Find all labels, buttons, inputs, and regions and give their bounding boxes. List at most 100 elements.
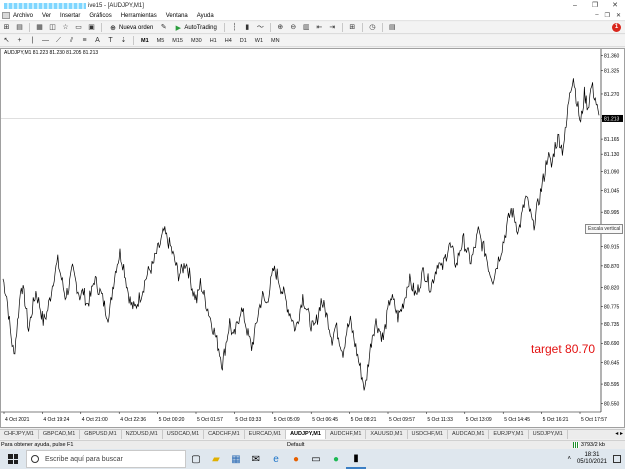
text-icon[interactable]: A <box>93 36 102 45</box>
child-close-button[interactable]: ✕ <box>616 12 621 19</box>
tray-chevron-icon[interactable]: ˄ <box>567 456 571 462</box>
profiles-icon[interactable]: ▤ <box>15 23 24 32</box>
chart-shift-icon[interactable]: ⇤ <box>315 23 324 32</box>
menu-insertar[interactable]: Insertar <box>60 13 80 19</box>
market-watch-icon[interactable]: ▦ <box>35 23 44 32</box>
tab-scroll-arrows[interactable]: ◂ ▸ <box>615 430 623 437</box>
alert-count-badge[interactable]: 1 <box>612 23 621 32</box>
spotify-icon[interactable]: ● <box>326 449 346 469</box>
chart-window[interactable]: 81.360 81.325 81.270 81.213 81.165 81.130 81.0… <box>0 48 625 428</box>
line-studies-toolbar: ↖ + | — ⟋ ⫽ ≡ A T ⇣ M1 M5 M15 M30 H1 H4 … <box>0 35 625 47</box>
chart-tab[interactable]: AUDJPY,M1 <box>286 430 326 439</box>
chart-tab[interactable]: NZDUSD,M1 <box>122 430 163 439</box>
price-label: 81.045 <box>604 189 620 195</box>
vertical-line-icon[interactable]: | <box>28 36 37 45</box>
task-view-icon[interactable]: ▢ <box>186 449 206 469</box>
chart-tab[interactable]: CHFJPY,M1 <box>0 430 39 439</box>
label-icon[interactable]: T <box>106 36 115 45</box>
chart-tab[interactable]: USDJPY,M1 <box>529 430 568 439</box>
channel-icon[interactable]: ⫽ <box>67 36 76 45</box>
metaeditor-icon[interactable]: ✎ <box>159 23 168 32</box>
zoom-in-icon[interactable]: ⊕ <box>276 23 285 32</box>
time-label: 5 Oct 05:09 <box>274 417 300 423</box>
edge-icon[interactable]: e <box>266 449 286 469</box>
price-label: 81.213 <box>604 116 620 122</box>
line-chart-icon[interactable]: 〜 <box>256 23 265 32</box>
chart-tab[interactable]: AUDCHF,M1 <box>326 430 367 439</box>
autoscroll-icon[interactable]: ⇥ <box>328 23 337 32</box>
timeframe-w1[interactable]: W1 <box>255 38 263 44</box>
price-label: 81.130 <box>604 152 620 158</box>
time-label: 5 Oct 16:21 <box>543 417 569 423</box>
chart-tab[interactable]: CADCHF,M1 <box>204 430 245 439</box>
new-order-button[interactable]: ⊕ Nueva orden <box>107 23 155 33</box>
chart-tab[interactable]: EURJPY,M1 <box>489 430 529 439</box>
chart-tab[interactable]: EURCAD,M1 <box>245 430 287 439</box>
autotrading-button[interactable]: ▶ AutoTrading <box>172 23 218 33</box>
target-annotation[interactable]: target 80.70 <box>531 342 595 356</box>
chart-tab[interactable]: GBPUSD,M1 <box>80 430 122 439</box>
file-explorer-icon[interactable]: ▰ <box>206 449 226 469</box>
clock[interactable]: 18:31 05/10/2021 <box>577 452 607 466</box>
timeframe-m15[interactable]: M15 <box>172 38 183 44</box>
store-icon[interactable]: ▦ <box>226 449 246 469</box>
periods-icon[interactable]: ◷ <box>368 23 377 32</box>
windows-start-icon[interactable] <box>0 449 26 469</box>
child-minimize-button[interactable]: – <box>595 12 598 19</box>
menu-ver[interactable]: Ver <box>42 13 51 19</box>
traffic-text: 3793/2 kb <box>580 442 605 448</box>
minimize-button[interactable]: – <box>565 0 585 11</box>
metatrader-icon[interactable]: ▮ <box>346 449 366 469</box>
firefox-icon[interactable]: ● <box>286 449 306 469</box>
timeframe-h1[interactable]: H1 <box>210 38 217 44</box>
horizontal-line-icon[interactable]: — <box>41 36 50 45</box>
maximize-button[interactable]: ❐ <box>585 0 605 11</box>
timeframe-m1[interactable]: M1 <box>141 38 149 44</box>
chart-tab[interactable]: USDCHF,M1 <box>408 430 448 439</box>
notifications-icon[interactable] <box>613 455 621 463</box>
strategy-tester-icon[interactable]: ▣ <box>87 23 96 32</box>
timeframe-m30[interactable]: M30 <box>191 38 202 44</box>
chart-tab[interactable]: AUDCAD,M1 <box>448 430 490 439</box>
price-chart[interactable]: 81.360 81.325 81.270 81.213 81.165 81.130 81.0… <box>1 49 624 427</box>
cursor-icon[interactable]: ↖ <box>2 36 11 45</box>
menu-herramientas[interactable]: Herramientas <box>121 13 157 19</box>
bar-chart-icon[interactable]: ┆ <box>230 23 239 32</box>
standard-toolbar: ⊞ ▤ ▦ ◫ ☆ ▭ ▣ ⊕ Nueva orden ✎ ▶ AutoTrad… <box>0 22 625 34</box>
chart-tab[interactable]: GBPCAD,M1 <box>39 430 81 439</box>
close-button[interactable]: ✕ <box>605 0 625 11</box>
templates-icon[interactable]: ▤ <box>388 23 397 32</box>
timeframe-m5[interactable]: M5 <box>157 38 165 44</box>
timeframe-mn[interactable]: MN <box>271 38 280 44</box>
menu-ventana[interactable]: Ventana <box>166 13 188 19</box>
chart-tab[interactable]: XAUUSD,M1 <box>366 430 408 439</box>
chart-tab[interactable]: USDCAD,M1 <box>163 430 205 439</box>
tile-windows-icon[interactable]: ▥ <box>302 23 311 32</box>
crosshair-icon[interactable]: + <box>15 36 24 45</box>
mail-icon[interactable]: ✉ <box>246 449 266 469</box>
data-window-icon[interactable]: ◫ <box>48 23 57 32</box>
new-chart-icon[interactable]: ⊞ <box>2 23 11 32</box>
child-restore-button[interactable]: ❐ <box>605 12 610 19</box>
app-icon[interactable]: ▭ <box>306 449 326 469</box>
timeframe-h4[interactable]: H4 <box>225 38 232 44</box>
terminal-icon[interactable]: ▭ <box>74 23 83 32</box>
menu-archivo[interactable]: Archivo <box>13 13 33 19</box>
menu-graficos[interactable]: Gráficos <box>89 13 111 19</box>
zoom-out-icon[interactable]: ⊖ <box>289 23 298 32</box>
price-label: 81.360 <box>604 53 620 59</box>
indicators-icon[interactable]: ⊞ <box>348 23 357 32</box>
menu-ayuda[interactable]: Ayuda <box>197 13 214 19</box>
window-controls: – ❐ ✕ <box>565 0 625 11</box>
fibonacci-icon[interactable]: ≡ <box>80 36 89 45</box>
taskbar-search[interactable]: Escribe aquí para buscar <box>26 450 186 468</box>
timeframe-d1[interactable]: D1 <box>240 38 247 44</box>
arrows-icon[interactable]: ⇣ <box>119 36 128 45</box>
trendline-icon[interactable]: ⟋ <box>54 36 63 45</box>
price-label: 80.645 <box>604 361 620 367</box>
chart-window-icon[interactable] <box>2 12 10 19</box>
redacted-account <box>4 2 86 9</box>
chart-tabs: CHFJPY,M1 GBPCAD,M1 GBPUSD,M1 NZDUSD,M1 USDC… <box>0 429 625 439</box>
navigator-icon[interactable]: ☆ <box>61 23 70 32</box>
candlestick-icon[interactable]: ▮ <box>243 23 252 32</box>
